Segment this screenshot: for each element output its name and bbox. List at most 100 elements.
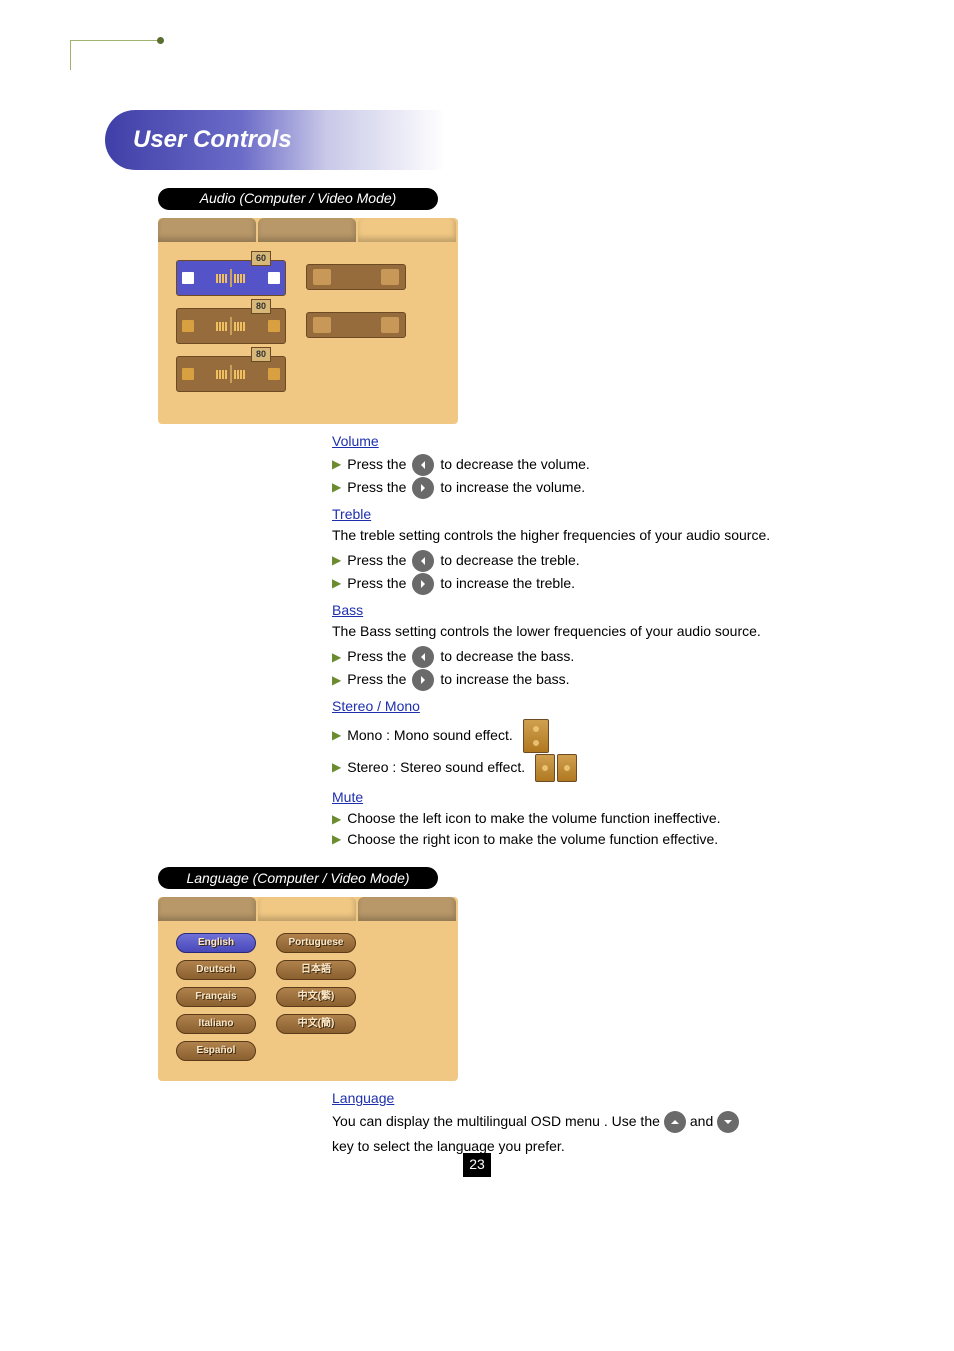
mute-selector[interactable] <box>306 312 406 338</box>
text: Stereo : Stereo sound effect. <box>347 758 525 778</box>
left-arrow-button[interactable] <box>412 550 434 572</box>
bullet-icon: ▶ <box>332 552 341 569</box>
text: to increase the volume. <box>440 478 585 498</box>
volume-high-icon <box>267 271 281 285</box>
bullet-icon: ▶ <box>332 479 341 496</box>
language-button-francais[interactable]: Français <box>176 987 256 1007</box>
text: You can display the multilingual OSD men… <box>332 1112 660 1132</box>
volume-low-icon <box>181 271 195 285</box>
text: and <box>690 1112 713 1132</box>
osd-body: 60 80 <box>158 242 458 424</box>
bullet-icon: ▶ <box>332 456 341 473</box>
audio-content: Volume ▶ Press the to decrease the volum… <box>332 432 844 849</box>
up-arrow-button[interactable] <box>664 1111 686 1133</box>
volume-increase-line: ▶ Press the to increase the volume. <box>332 477 844 499</box>
language-heading: Language <box>332 1089 844 1109</box>
right-arrow-button[interactable] <box>412 669 434 691</box>
treble-slider[interactable]: 80 <box>176 308 286 344</box>
mute-heading: Mute <box>332 788 844 808</box>
text: key to select the language you prefer. <box>332 1137 565 1157</box>
language-button-deutsch[interactable]: Deutsch <box>176 960 256 980</box>
corner-ornament <box>70 40 160 70</box>
language-button-espanol[interactable]: Español <box>176 1041 256 1061</box>
right-arrow-button[interactable] <box>412 477 434 499</box>
language-content: Language You can display the multilingua… <box>332 1089 844 1156</box>
bullet-icon: ▶ <box>332 649 341 666</box>
stereo-mono-icon-left <box>313 269 331 285</box>
text: to increase the bass. <box>440 670 569 690</box>
osd-panel-language: English Deutsch Français Italiano Españo… <box>158 897 458 1081</box>
language-column-2: Portuguese 日本語 中文(繁) 中文(簡) <box>276 933 356 1061</box>
bass-value: 80 <box>251 347 271 362</box>
tab-3[interactable] <box>358 897 456 921</box>
language-button-english[interactable]: English <box>176 933 256 953</box>
text: Press the <box>347 670 406 690</box>
text: Press the <box>347 478 406 498</box>
bass-heading: Bass <box>332 601 844 621</box>
text: Press the <box>347 647 406 667</box>
treble-value: 80 <box>251 299 271 314</box>
tab-row <box>158 218 458 242</box>
section-pill-audio: Audio (Computer / Video Mode) <box>158 188 438 210</box>
volume-decrease-line: ▶ Press the to decrease the volume. <box>332 454 844 476</box>
language-button-japanese[interactable]: 日本語 <box>276 960 356 980</box>
volume-value: 60 <box>251 251 271 266</box>
stereo-speaker-icon <box>535 754 577 782</box>
text: Press the <box>347 455 406 475</box>
text: to decrease the volume. <box>440 455 589 475</box>
volume-heading: Volume <box>332 432 844 452</box>
left-arrow-button[interactable] <box>412 454 434 476</box>
banner-heading: User Controls <box>105 110 445 170</box>
pill-label: Audio (Computer / Video Mode) <box>200 189 397 209</box>
mute-on-icon <box>313 317 331 333</box>
osd-panel-audio: 60 80 <box>158 218 458 424</box>
page-number: 23 <box>463 1153 491 1177</box>
speaker-low-icon <box>181 367 195 381</box>
tab-2-active[interactable] <box>258 897 356 921</box>
bullet-icon: ▶ <box>332 811 341 828</box>
language-button-chinese-trad[interactable]: 中文(繁) <box>276 987 356 1007</box>
mono-line: ▶ Mono : Mono sound effect. <box>332 719 844 753</box>
bass-slider[interactable]: 80 <box>176 356 286 392</box>
pill-label: Language (Computer / Video Mode) <box>186 869 409 889</box>
text: Press the <box>347 574 406 594</box>
text: Mono : Mono sound effect. <box>347 726 513 746</box>
language-button-chinese-simp[interactable]: 中文(簡) <box>276 1014 356 1034</box>
tab-2[interactable] <box>258 218 356 242</box>
bullet-icon: ▶ <box>332 672 341 689</box>
bullet-icon: ▶ <box>332 759 341 776</box>
stereo-mono-selector[interactable] <box>306 264 406 290</box>
language-desc: You can display the multilingual OSD men… <box>332 1111 844 1157</box>
tab-row <box>158 897 458 921</box>
language-button-portuguese[interactable]: Portuguese <box>276 933 356 953</box>
stereo-mono-icon-right <box>381 269 399 285</box>
mute-on-line: ▶ Choose the left icon to make the volum… <box>332 809 844 829</box>
text: Choose the left icon to make the volume … <box>347 809 720 829</box>
text: to decrease the bass. <box>440 647 574 667</box>
speaker-high-icon <box>267 367 281 381</box>
down-arrow-button[interactable] <box>717 1111 739 1133</box>
text: to decrease the treble. <box>440 551 579 571</box>
tab-1[interactable] <box>158 897 256 921</box>
left-arrow-button[interactable] <box>412 646 434 668</box>
language-column-1: English Deutsch Français Italiano Españo… <box>176 933 256 1061</box>
language-body: English Deutsch Français Italiano Españo… <box>158 921 458 1081</box>
tab-1[interactable] <box>158 218 256 242</box>
banner-title: User Controls <box>133 123 292 157</box>
treble-decrease-line: ▶ Press the to decrease the treble. <box>332 550 844 572</box>
bass-desc: The Bass setting controls the lower freq… <box>332 622 844 642</box>
stereo-mono-heading: Stereo / Mono <box>332 697 844 717</box>
treble-heading: Treble <box>332 505 844 525</box>
text: Choose the right icon to make the volume… <box>347 830 718 850</box>
bullet-icon: ▶ <box>332 727 341 744</box>
stereo-line: ▶ Stereo : Stereo sound effect. <box>332 754 844 782</box>
language-button-italiano[interactable]: Italiano <box>176 1014 256 1034</box>
tab-3-active[interactable] <box>358 218 456 242</box>
text: to increase the treble. <box>440 574 575 594</box>
speaker-low-icon <box>181 319 195 333</box>
bullet-icon: ▶ <box>332 831 341 848</box>
bass-decrease-line: ▶ Press the to decrease the bass. <box>332 646 844 668</box>
mute-off-line: ▶ Choose the right icon to make the volu… <box>332 830 844 850</box>
right-arrow-button[interactable] <box>412 573 434 595</box>
volume-slider[interactable]: 60 <box>176 260 286 296</box>
